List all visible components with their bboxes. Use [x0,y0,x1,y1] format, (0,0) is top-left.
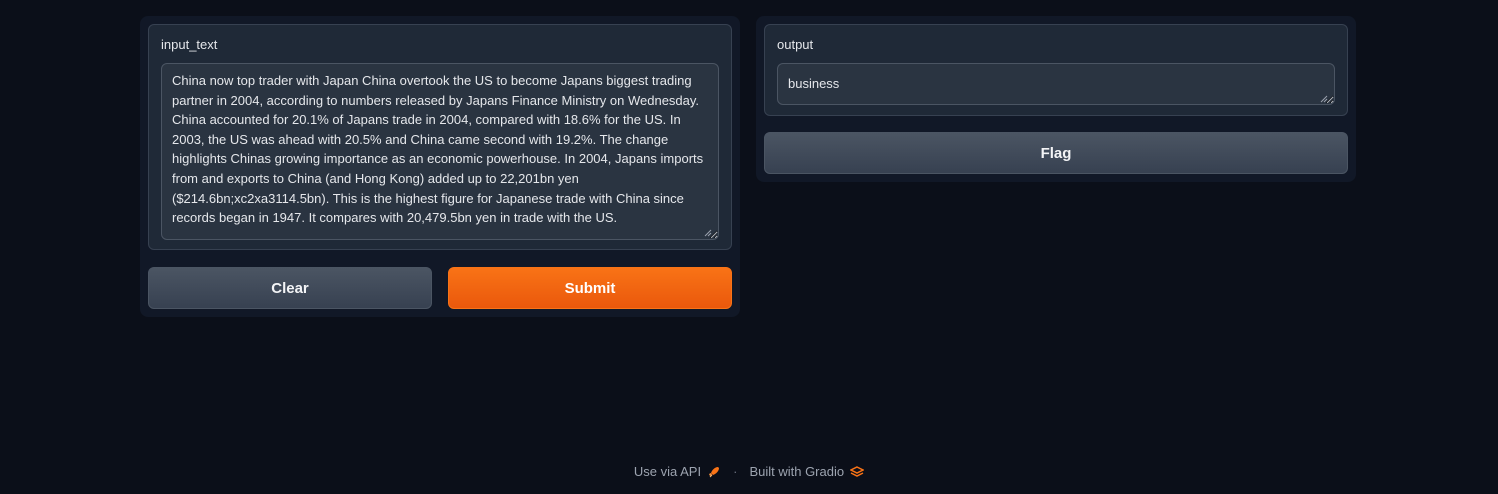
input-text-block: input_text China now top trader with Jap… [148,24,732,250]
input-text-field[interactable]: China now top trader with Japan China ov… [161,63,719,240]
footer-separator: · [733,464,738,479]
use-via-api-label: Use via API [633,464,702,479]
built-with-gradio-label: Built with Gradio [749,464,845,479]
resize-grip-icon[interactable] [704,229,712,237]
gradio-logo-icon [850,465,865,477]
submit-button[interactable]: Submit [448,267,732,309]
output-block: output business [764,24,1348,116]
output-label: output [777,37,814,52]
input-text-label: input_text [161,37,218,52]
use-via-api-link[interactable]: Use via API [634,464,721,479]
resize-grip-icon[interactable] [1320,95,1328,103]
input-panel: input_text China now top trader with Jap… [140,16,740,317]
output-field[interactable]: business [777,63,1335,105]
output-panel: output business Flag [756,16,1356,182]
clear-button[interactable]: Clear [148,267,432,309]
footer: Use via API · Built with Gradio [0,464,1498,479]
rocket-icon [709,466,720,477]
built-with-gradio-link[interactable]: Built with Gradio [749,464,865,479]
flag-button[interactable]: Flag [764,132,1348,174]
